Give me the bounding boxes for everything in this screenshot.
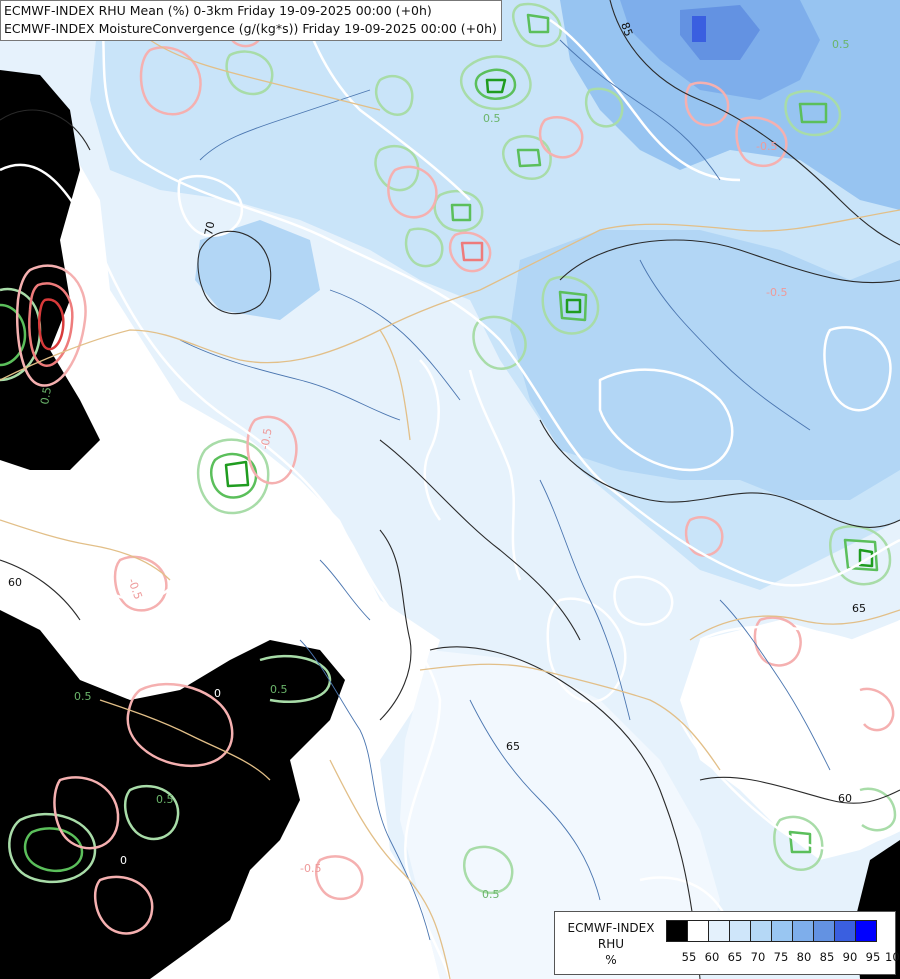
contour-label: 60	[8, 576, 22, 589]
legend-tick-label: 85	[819, 950, 835, 964]
legend-swatch	[750, 920, 772, 942]
contour-label: 0.5	[482, 888, 500, 901]
weather-map-canvas: 85 70 60 65 65 60 0.5 0.5 -0.5 -0.5 -0.5…	[0, 0, 900, 979]
contour-label: -0.5	[766, 286, 787, 299]
legend-title-variable: RHU	[597, 937, 625, 951]
contour-label: 60	[838, 792, 852, 805]
contour-label: 65	[506, 740, 520, 753]
rhu-colorbar-legend: ECMWF-INDEX RHU % 55 60 65 70 75 80 85 90 95 100	[554, 911, 900, 975]
contour-label: 0.5	[832, 38, 850, 51]
legend-tick-label: 70	[750, 950, 766, 964]
legend-tick-label: 65	[727, 950, 743, 964]
legend-title-unit: %	[605, 953, 617, 967]
contour-label: 0.5	[74, 690, 92, 703]
legend-tick-label: 60	[704, 950, 720, 964]
legend-swatch	[687, 920, 709, 942]
legend-swatch	[708, 920, 730, 942]
legend-swatch	[855, 920, 877, 942]
legend-tick-label: 75	[773, 950, 789, 964]
legend-title-source: ECMWF-INDEX	[567, 921, 655, 935]
contour-label: 0	[214, 687, 221, 700]
map-viewport[interactable]: 85 70 60 65 65 60 0.5 0.5 -0.5 -0.5 -0.5…	[0, 0, 900, 979]
map-title-box: ECMWF-INDEX RHU Mean (%) 0-3km Friday 19…	[0, 0, 502, 41]
title-rhu-mean: ECMWF-INDEX RHU Mean (%) 0-3km Friday 19…	[4, 3, 432, 18]
legend-swatch	[834, 920, 856, 942]
contour-label: 70	[202, 220, 217, 236]
contour-label: 65	[852, 602, 866, 615]
contour-label: 0	[120, 854, 127, 867]
title-moisture-convergence: ECMWF-INDEX MoistureConvergence (g/(kg*s…	[4, 21, 497, 36]
contour-label: 0.5	[156, 793, 174, 806]
contour-label: 0.5	[483, 112, 501, 125]
legend-color-swatches	[666, 920, 877, 942]
legend-tick-labels: 55 60 65 70 75 80 85 90 95 100	[666, 950, 900, 966]
legend-swatch	[813, 920, 835, 942]
legend-swatch	[666, 920, 688, 942]
contour-label: 0.5	[270, 683, 288, 696]
legend-title: ECMWF-INDEX RHU %	[559, 920, 663, 968]
contour-label: -0.5	[300, 862, 321, 875]
rh-zone-95-spot	[692, 16, 706, 42]
legend-tick-label: 90	[842, 950, 858, 964]
legend-swatch	[771, 920, 793, 942]
legend-tick-label: 55	[681, 950, 697, 964]
legend-tick-label: 95	[865, 950, 881, 964]
contour-label: -0.5	[756, 140, 777, 153]
legend-swatch	[792, 920, 814, 942]
legend-tick-label: 80	[796, 950, 812, 964]
legend-tick-label: 100	[885, 950, 900, 964]
legend-swatch	[729, 920, 751, 942]
